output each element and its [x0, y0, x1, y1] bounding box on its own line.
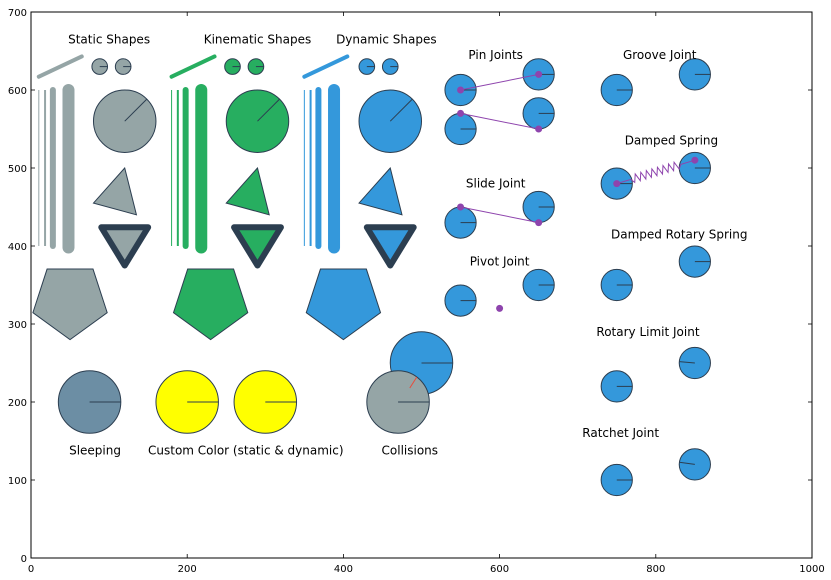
y-tick-label: 200	[8, 398, 27, 409]
scene-label: Custom Color (static & dynamic)	[148, 443, 344, 457]
kinematic-segment	[169, 54, 217, 79]
dynamic-pentagon	[305, 268, 382, 341]
x-tick-label: 800	[646, 564, 665, 575]
kinematic-pentagon	[172, 268, 249, 341]
constraint-anchor-point	[535, 125, 543, 133]
static-small-circle-1	[91, 58, 109, 75]
y-tick-label: 300	[8, 320, 27, 331]
groove-ball-2	[678, 58, 711, 91]
pin-ball-b1	[444, 112, 477, 146]
constraint-anchor-point	[613, 180, 621, 188]
pivot-ball-2	[522, 268, 555, 302]
constraint-anchor-point	[535, 70, 543, 78]
y-tick-label: 400	[8, 242, 27, 253]
static-segment	[36, 54, 84, 79]
x-tick-label: 0	[28, 564, 34, 575]
scene-label: Dynamic Shapes	[336, 32, 437, 46]
scene-label: Groove Joint	[623, 48, 697, 62]
slide-ball-1	[444, 206, 477, 239]
rotary-spring-ball-1	[600, 268, 633, 302]
x-tick-label: 400	[334, 564, 353, 575]
rotary-spring-ball-2	[678, 245, 711, 278]
y-tick-label: 700	[8, 8, 27, 19]
scene-label: Pin Joints	[468, 48, 523, 62]
constraint-anchor-point	[535, 219, 543, 227]
constraint-anchor-point	[691, 156, 699, 164]
static-thick-triangle	[98, 224, 152, 269]
rotary-limit-ball-2	[678, 346, 711, 380]
dynamic-segment	[302, 54, 350, 79]
static-pentagon	[32, 268, 108, 341]
static-small-circle-2	[114, 58, 132, 75]
slide-ball-2	[522, 190, 555, 224]
y-tick-label: 500	[8, 164, 27, 175]
scene-label: Pivot Joint	[470, 255, 530, 269]
custom-dynamic-ball	[233, 370, 298, 434]
scene-label: Rotary Limit Joint	[596, 325, 699, 339]
kinematic-small-circle-1	[224, 58, 241, 75]
x-tick-label: 1000	[799, 564, 824, 575]
x-tick-label: 600	[490, 564, 509, 575]
scene-label: Collisions	[382, 443, 439, 457]
static-triangle	[92, 166, 138, 216]
y-tick-label: 600	[8, 86, 27, 97]
groove-ball-1	[600, 73, 633, 107]
scene-label: Static Shapes	[68, 32, 150, 46]
scene-label: Damped Rotary Spring	[611, 227, 748, 241]
x-tick-label: 200	[178, 564, 197, 575]
collision-static-ball	[366, 370, 430, 434]
dynamic-small-circle-2	[381, 58, 399, 75]
kinematic-big-circle	[225, 89, 290, 153]
y-tick-label: 0	[21, 554, 27, 565]
scene-label: Ratchet Joint	[582, 426, 659, 440]
ratchet-ball-2	[678, 448, 711, 481]
ratchet-ball-1	[600, 463, 633, 497]
static-big-circle	[92, 89, 157, 153]
y-tick-label: 100	[8, 476, 27, 487]
custom-static-ball	[155, 370, 219, 434]
kinematic-thick-triangle	[231, 224, 284, 269]
dynamic-small-circle-1	[358, 58, 376, 75]
pin-ball-b2	[522, 97, 555, 130]
sleeping-ball	[57, 370, 122, 434]
kinematic-small-circle-2	[247, 58, 265, 75]
dynamic-triangle	[358, 166, 403, 216]
constraint-anchor-point	[457, 203, 465, 211]
scene-label: Sleeping	[69, 443, 121, 457]
scene-label: Kinematic Shapes	[204, 32, 312, 46]
constraint-anchor-point	[496, 304, 504, 312]
physics-scene-plot: Static Shapes Kinematic Shapes Dynamic Sha…	[8, 8, 825, 575]
pivot-ball-1	[444, 284, 477, 317]
constraint-anchor-point	[457, 109, 465, 117]
rotary-limit-ball-1	[600, 370, 633, 403]
kinematic-triangle	[225, 166, 270, 216]
constraint-anchor-point	[457, 86, 465, 94]
scene-label: Damped Spring	[625, 134, 718, 148]
scene-label: Slide Joint	[466, 177, 526, 191]
dynamic-thick-triangle	[363, 224, 417, 269]
dynamic-big-circle	[358, 89, 423, 153]
